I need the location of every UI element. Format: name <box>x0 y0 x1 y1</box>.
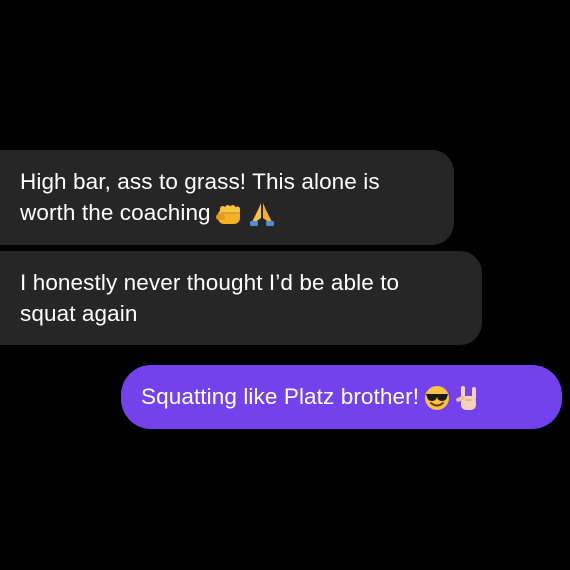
incoming-message-bubble[interactable]: High bar, ass to grass! This alone is wo… <box>0 150 454 245</box>
message-text-line: Squatting like Platz brother! <box>141 384 420 409</box>
outgoing-message-bubble[interactable]: Squatting like Platz brother! <box>121 365 562 429</box>
message-text-line: I honestly never thought I’d be able to <box>20 270 400 295</box>
incoming-message-bubble[interactable]: I honestly never thought I’d be able to … <box>0 251 482 345</box>
sunglasses-face-icon <box>423 384 451 412</box>
fist-bump-icon <box>215 201 245 227</box>
rock-on-hand-icon <box>455 383 483 413</box>
message-text-line: worth the coaching <box>20 200 211 225</box>
message-text-line: squat again <box>20 301 138 326</box>
praying-hands-icon <box>249 200 275 228</box>
message-text-line: High bar, ass to grass! This alone is <box>20 169 380 194</box>
message-thread: High bar, ass to grass! This alone is wo… <box>0 0 570 570</box>
